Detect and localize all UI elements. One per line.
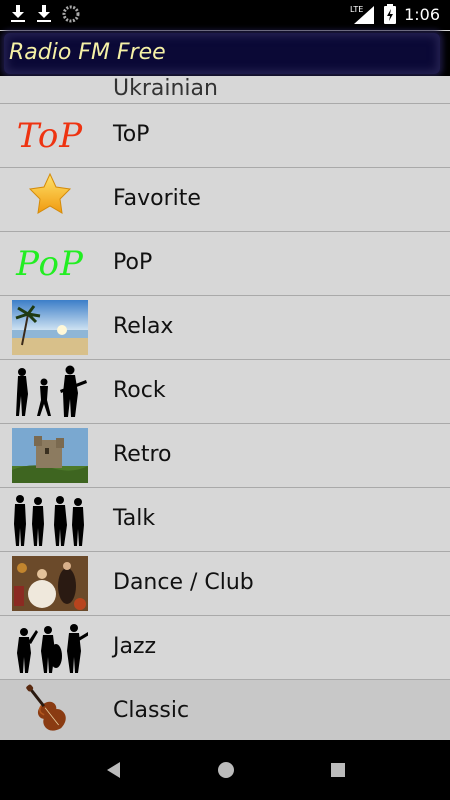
svg-text:LTE: LTE [350,5,363,14]
list-item-rock[interactable]: Rock [0,360,450,424]
dance-painting-icon [12,556,88,611]
beach-icon [12,300,88,355]
list-item-label: Retro [113,442,172,467]
clock: 1:06 [404,4,440,24]
violin-icon [12,684,88,739]
list-item-top[interactable]: ToP ToP [0,104,450,168]
status-bar: LTE 1:06 [0,0,450,30]
rock-silhouettes-icon [12,364,88,419]
list-item-jazz[interactable]: Jazz [0,616,450,680]
recents-icon[interactable] [329,760,347,784]
list-item-pop[interactable]: PoP PoP [0,232,450,296]
list-item-label: Ukrainian [113,76,218,101]
list-item-label: Talk [113,506,156,531]
list-item-favorite[interactable]: Favorite [0,168,450,232]
top-icon: ToP [16,115,84,156]
list-item-classic[interactable]: Classic [0,680,450,740]
sync-icon [62,5,80,23]
system-nav-bar [0,740,450,800]
download-icon [10,5,26,23]
castle-icon [12,428,88,483]
battery-icon [384,4,397,24]
back-icon[interactable] [104,760,122,784]
list-item-label: ToP [113,122,150,147]
list-item-label: Dance / Club [113,570,254,595]
home-icon[interactable] [216,760,236,784]
list-item-retro[interactable]: Retro [0,424,450,488]
list-item-relax[interactable]: Relax [0,296,450,360]
list-item-label: Relax [113,314,174,339]
lte-signal-icon: LTE [350,4,376,24]
category-list[interactable]: Ukrainian ToP ToP Favorite PoP PoP Relax… [0,76,450,740]
star-icon [12,172,88,227]
download-icon [36,5,52,23]
jazz-silhouettes-icon [12,620,89,675]
list-item-label: Favorite [113,186,201,211]
list-item-talk[interactable]: Talk [0,488,450,552]
list-item-label: Classic [113,698,190,723]
people-silhouettes-icon [12,492,88,547]
app-header: Radio FM Free [0,31,450,76]
list-item-label: Rock [113,378,166,403]
app-title: Radio FM Free [9,40,166,65]
list-item-label: PoP [113,250,153,275]
list-item-label: Jazz [113,634,157,659]
list-item-ukrainian[interactable]: Ukrainian [0,76,450,104]
list-item-dance-club[interactable]: Dance / Club [0,552,450,616]
pop-icon: PoP [16,243,84,284]
